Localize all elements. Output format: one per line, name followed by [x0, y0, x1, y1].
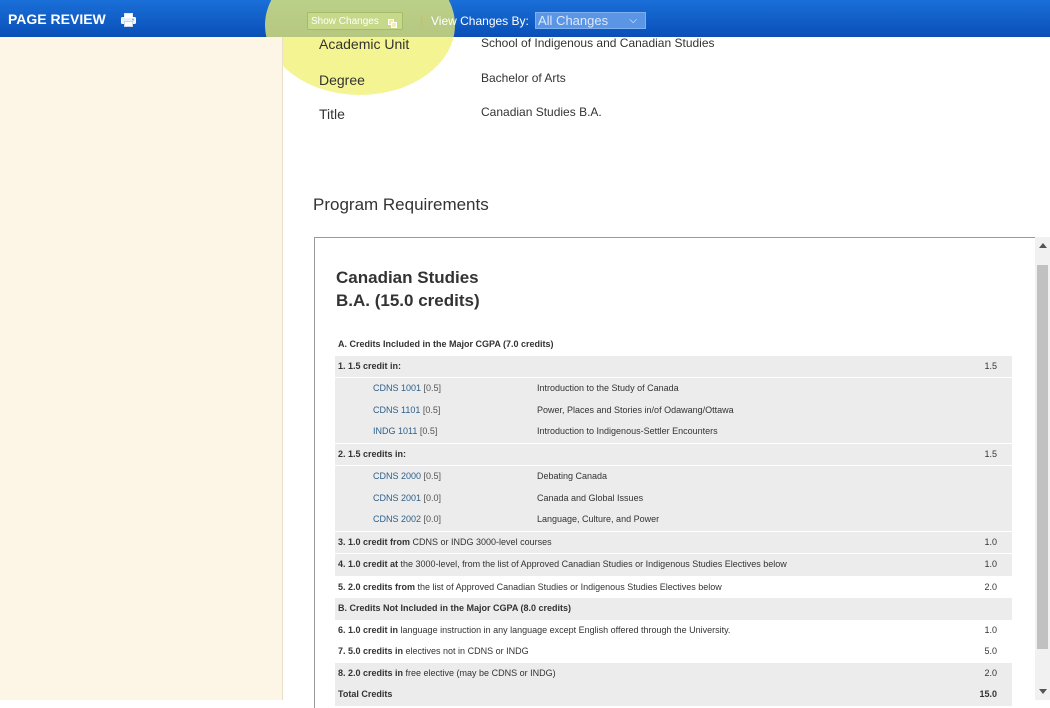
print-icon[interactable]	[121, 13, 136, 27]
scroll-down-icon[interactable]	[1039, 689, 1047, 694]
field-value-title: Canadian Studies B.A.	[481, 105, 602, 119]
copy-icon	[388, 17, 397, 28]
requirement-row-8: 8. 2.0 credits in free elective (may be …	[335, 662, 1012, 684]
course-title: Power, Places and Stories in/of Odawang/…	[537, 404, 734, 415]
requirement-row-5: 5. 2.0 credits from the list of Approved…	[335, 577, 1012, 599]
requirement-8-credits: 2.0	[984, 667, 997, 678]
scroll-up-icon[interactable]	[1039, 243, 1047, 248]
toolbar-separator: |	[420, 13, 424, 28]
course-title: Introduction to Indigenous-Settler Encou…	[537, 426, 718, 436]
requirement-8-text: free elective (may be CDNS or INDG)	[403, 667, 556, 678]
scroll-thumb[interactable]	[1037, 265, 1048, 649]
course-credit: [0.5]	[419, 426, 438, 436]
view-changes-select[interactable]: All Changes ⌵	[535, 12, 646, 29]
course-link[interactable]: CDNS 2001	[373, 493, 421, 503]
requirement-1-label: 1. 1.5 credit in:	[338, 360, 402, 371]
group-a-heading: A. Credits Included in the Major CGPA (7…	[335, 334, 1012, 356]
requirement-5-credits: 2.0	[984, 581, 997, 592]
requirement-8-bold: 8. 2.0 credits in	[338, 667, 404, 678]
course-title: Canada and Global Issues	[537, 492, 644, 503]
program-title-line1: Canadian Studies	[336, 268, 479, 287]
requirement-5-bold: 5. 2.0 credits from	[338, 581, 416, 592]
field-label-academic-unit: Academic Unit	[319, 36, 410, 52]
course-title: Language, Culture, and Power	[537, 514, 660, 524]
course-link[interactable]: CDNS 2000	[373, 471, 421, 481]
course-row: CDNS 2002 [0.0] Language, Culture, and P…	[335, 509, 1012, 532]
requirement-2-credits: 1.5	[984, 448, 997, 459]
sidebar	[0, 37, 283, 700]
show-changes-label: Show Changes	[311, 16, 379, 27]
field-label-title: Title	[319, 106, 345, 122]
requirement-2-label: 2. 1.5 credits in:	[338, 448, 407, 459]
course-row: CDNS 2001 [0.0] Canada and Global Issues	[335, 487, 1012, 509]
field-value-degree: Bachelor of Arts	[481, 71, 566, 85]
requirement-1-credits: 1.5	[984, 360, 997, 371]
group-b-heading: B. Credits Not Included in the Major CGP…	[335, 598, 1012, 620]
course-link[interactable]: CDNS 1001	[373, 383, 421, 393]
requirement-3-bold: 3. 1.0 credit from	[338, 536, 411, 547]
requirement-7-bold: 7. 5.0 credits in	[338, 646, 404, 656]
requirement-3-text: CDNS or INDG 3000-level courses	[410, 536, 552, 547]
program-requirements-heading: Program Requirements	[313, 195, 489, 214]
course-link[interactable]: CDNS 2002	[373, 514, 421, 524]
course-credit: [0.0]	[423, 514, 442, 524]
requirements-frame: Canadian Studies B.A. (15.0 credits) A. …	[314, 237, 1036, 708]
requirement-row-7: 7. 5.0 credits in electives not in CDNS …	[335, 641, 1012, 663]
total-credits-label: Total Credits	[338, 689, 393, 699]
course-credit: [0.5]	[423, 383, 442, 393]
chevron-down-icon: ⌵	[629, 15, 637, 26]
requirement-7-text: electives not in CDNS or INDG	[403, 646, 529, 656]
requirement-4-text: the 3000-level, from the list of Approve…	[398, 559, 787, 569]
requirement-6-credits: 1.0	[984, 624, 997, 635]
main-content: Academic Unit School of Indigenous and C…	[283, 36, 1050, 708]
course-title: Debating Canada	[537, 471, 608, 481]
requirement-6-text: language instruction in any language exc…	[398, 624, 731, 635]
requirement-row-4: 4. 1.0 credit at the 3000-level, from th…	[335, 554, 1012, 577]
view-changes-value: All Changes	[538, 13, 609, 28]
course-row: CDNS 1001 [0.5] Introduction to the Stud…	[335, 378, 1012, 400]
requirement-3-credits: 1.0	[984, 536, 997, 547]
total-credits-value: 15.0	[979, 689, 997, 699]
requirement-6-bold: 6. 1.0 credit in	[338, 624, 399, 635]
requirement-row-3: 3. 1.0 credit from CDNS or INDG 3000-lev…	[335, 531, 1012, 554]
group-a-label: A. Credits Included in the Major CGPA (7…	[338, 339, 554, 349]
course-credit: [0.5]	[423, 471, 442, 481]
field-value-academic-unit: School of Indigenous and Canadian Studie…	[481, 36, 715, 50]
show-changes-button[interactable]: Show Changes	[307, 12, 403, 30]
frame-scrollbar[interactable]	[1035, 237, 1050, 700]
course-title: Introduction to the Study of Canada	[537, 383, 679, 393]
field-label-degree: Degree	[319, 72, 365, 88]
course-credit: [0.0]	[423, 492, 442, 503]
requirement-4-credits: 1.0	[984, 559, 997, 569]
course-link[interactable]: INDG 1011	[373, 426, 417, 436]
course-row: CDNS 2000 [0.5] Debating Canada	[335, 466, 1012, 488]
course-row: INDG 1011 [0.5] Introduction to Indigeno…	[335, 421, 1012, 444]
program-title: Canadian Studies B.A. (15.0 credits)	[336, 266, 480, 312]
course-credit: [0.5]	[422, 404, 441, 415]
course-link[interactable]: CDNS 1101	[373, 405, 420, 415]
requirement-row-6: 6. 1.0 credit in language instruction in…	[335, 620, 1012, 642]
requirements-table: A. Credits Included in the Major CGPA (7…	[335, 334, 1012, 706]
requirement-5-text: the list of Approved Canadian Studies or…	[415, 581, 722, 592]
requirement-4-bold: 4. 1.0 credit at	[338, 559, 399, 569]
requirement-row-2: 2. 1.5 credits in: 1.5	[335, 443, 1012, 466]
group-b-label: B. Credits Not Included in the Major CGP…	[338, 603, 572, 613]
requirement-7-credits: 5.0	[984, 646, 997, 656]
program-title-line2: B.A. (15.0 credits)	[336, 291, 480, 310]
view-changes-label: View Changes By:	[431, 14, 529, 28]
requirement-row-1: 1. 1.5 credit in: 1.5	[335, 355, 1012, 378]
page-review-title: PAGE REVIEW	[8, 11, 106, 27]
total-credits-row: Total Credits 15.0	[335, 684, 1012, 706]
course-row: CDNS 1101 [0.5] Power, Places and Storie…	[335, 399, 1012, 421]
